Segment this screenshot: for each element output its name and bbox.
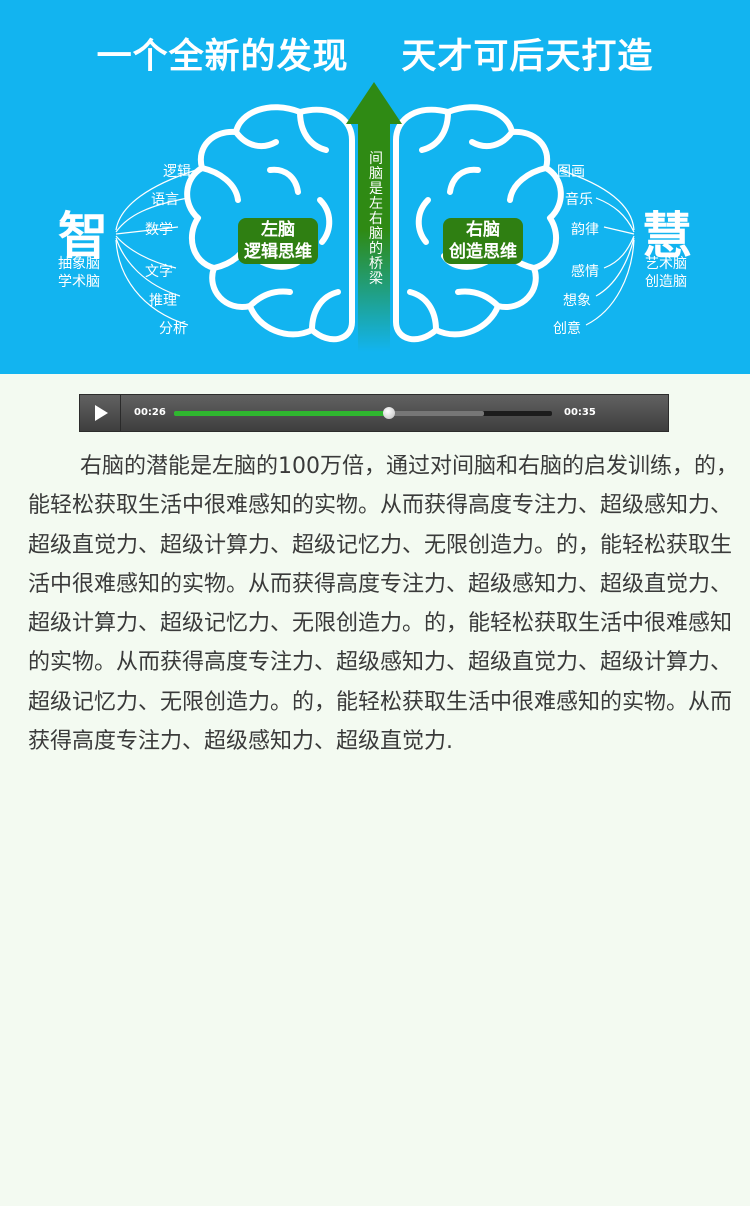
hero-banner: 一个全新的发现 天才可后天打造 智 抽象脑 学术脑 慧 艺术脑 创造脑 逻辑 语… xyxy=(0,0,750,374)
right-sub-1: 艺术脑 xyxy=(645,256,687,272)
right-brain-label-line1: 右脑 xyxy=(466,220,500,240)
right-sub-2: 创造脑 xyxy=(645,274,687,290)
left-skill-math: 数学 xyxy=(145,222,173,238)
article-paragraph: 右脑的潜能是左脑的100万倍，通过对间脑和右脑的启发训练，的，能轻松获取生活中很… xyxy=(28,454,738,755)
arrow-caption: 间脑是左右脑的桥梁 xyxy=(369,151,383,287)
play-button[interactable] xyxy=(80,395,121,431)
right-brain-label: 右脑 创造思维 xyxy=(443,218,523,264)
right-skill-creativity: 创意 xyxy=(553,321,581,337)
seek-bar-thumb[interactable] xyxy=(383,407,396,419)
right-skill-music: 音乐 xyxy=(565,192,593,208)
left-skill-logic: 逻辑 xyxy=(163,164,191,180)
left-brain-label: 左脑 逻辑思维 xyxy=(238,218,318,264)
right-skill-drawing: 图画 xyxy=(557,164,585,180)
audio-player: 00:26 00:35 xyxy=(79,394,669,432)
right-brain-label-line2: 创造思维 xyxy=(449,242,517,262)
left-skill-text: 文字 xyxy=(145,264,173,280)
left-brain-label-line1: 左脑 xyxy=(261,220,295,240)
left-brain-label-line2: 逻辑思维 xyxy=(244,242,312,262)
left-skill-language: 语言 xyxy=(151,192,179,208)
article-body: 右脑的潜能是左脑的100万倍，通过对间脑和右脑的启发训练，的，能轻松获取生活中很… xyxy=(28,447,744,761)
left-sub-2: 学术脑 xyxy=(58,274,100,290)
current-time: 00:26 xyxy=(134,407,166,418)
right-skill-imagination: 想象 xyxy=(563,293,591,309)
left-skill-reasoning: 推理 xyxy=(149,293,177,309)
seek-bar[interactable] xyxy=(174,407,552,419)
right-skill-emotion: 感情 xyxy=(571,264,599,280)
right-skill-rhythm: 韵律 xyxy=(571,222,599,238)
total-time: 00:35 xyxy=(564,407,596,418)
left-skill-analysis: 分析 xyxy=(159,321,187,337)
seek-bar-progress xyxy=(174,411,390,416)
play-icon xyxy=(95,405,108,421)
left-sub-1: 抽象脑 xyxy=(58,256,100,272)
